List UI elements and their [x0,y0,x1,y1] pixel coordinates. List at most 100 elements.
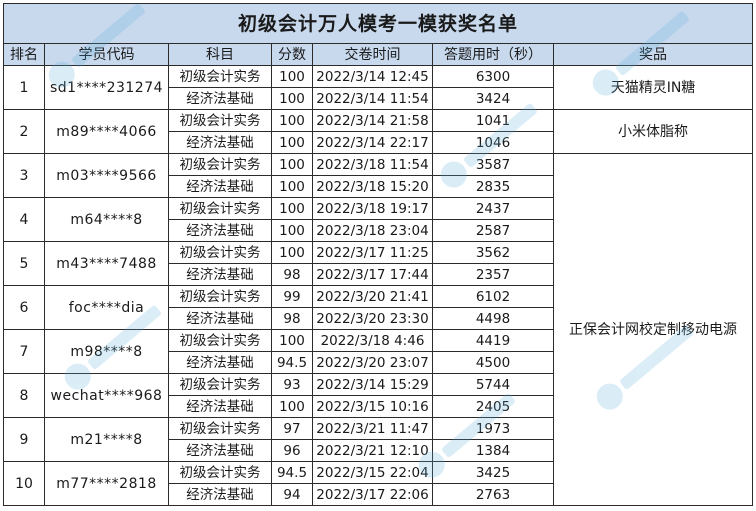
submit-time-cell: 2022/3/21 12:10 [312,439,433,462]
duration-cell: 2835 [432,175,554,198]
duration-cell: 6300 [432,65,554,88]
score-cell: 93 [271,373,313,396]
student-code-cell: m43****7488 [44,241,169,286]
score-cell: 94.5 [271,351,313,374]
score-cell: 100 [271,87,313,110]
score-cell: 100 [271,395,313,418]
duration-cell: 6102 [432,285,554,308]
score-cell: 96 [271,439,313,462]
subject-cell: 经济法基础 [168,483,272,506]
subject-cell: 经济法基础 [168,87,272,110]
duration-cell: 3562 [432,241,554,264]
submit-time-cell: 2022/3/14 21:58 [312,109,433,132]
subject-cell: 初级会计实务 [168,373,272,396]
header-rank: 排名 [3,43,45,66]
score-cell: 100 [271,109,313,132]
subject-cell: 初级会计实务 [168,109,272,132]
header-code: 学员代码 [44,43,169,66]
rank-cell: 6 [3,285,45,330]
subject-cell: 初级会计实务 [168,241,272,264]
rank-cell: 2 [3,109,45,154]
prize-cell: 小米体脂称 [552,109,754,154]
duration-cell: 4498 [432,307,554,330]
rank-cell: 7 [3,329,45,374]
student-code-cell: m21****8 [44,417,169,462]
subject-cell: 初级会计实务 [168,461,272,484]
header-score: 分数 [271,43,313,66]
table-row: 1 sd1****231274 初级会计实务 100 2022/3/14 12:45 63… [3,65,754,110]
duration-cell: 1384 [432,439,554,462]
subject-cell: 初级会计实务 [168,153,272,176]
score-cell: 100 [271,175,313,198]
submit-time-cell: 2022/3/18 4:46 [312,329,433,352]
header-row: 排名 学员代码 科目 分数 交卷时间 答题用时（秒） 奖品 [3,43,754,66]
subject-cell: 经济法基础 [168,307,272,330]
subject-cell: 经济法基础 [168,219,272,242]
rank-cell: 8 [3,373,45,418]
score-cell: 98 [271,263,313,286]
header-prize: 奖品 [552,43,754,66]
student-code-cell: m89****4066 [44,109,169,154]
rank-cell: 5 [3,241,45,286]
rank-cell: 1 [3,65,45,110]
submit-time-cell: 2022/3/18 15:20 [312,175,433,198]
submit-time-cell: 2022/3/20 23:30 [312,307,433,330]
subject-cell: 初级会计实务 [168,65,272,88]
submit-time-cell: 2022/3/20 21:41 [312,285,433,308]
subject-cell: 经济法基础 [168,395,272,418]
submit-time-cell: 2022/3/18 19:17 [312,197,433,220]
submit-time-cell: 2022/3/21 11:47 [312,417,433,440]
header-subject: 科目 [168,43,272,66]
submit-time-cell: 2022/3/17 17:44 [312,263,433,286]
score-cell: 100 [271,197,313,220]
subject-cell: 经济法基础 [168,351,272,374]
subject-cell: 经济法基础 [168,439,272,462]
rank-cell: 9 [3,417,45,462]
submit-time-cell: 2022/3/17 22:06 [312,483,433,506]
score-cell: 100 [271,219,313,242]
subject-cell: 经济法基础 [168,131,272,154]
award-list-sheet: 初级会计万人模考一模获奖名单 排名 学员代码 科目 分数 交卷时间 答题用时（秒… [0,0,756,511]
subject-cell: 初级会计实务 [168,197,272,220]
duration-cell: 2763 [432,483,554,506]
rank-cell: 10 [3,461,45,506]
student-code-cell: m64****8 [44,197,169,242]
student-code-cell: m77****2818 [44,461,169,506]
score-cell: 97 [271,417,313,440]
score-cell: 98 [271,307,313,330]
score-cell: 100 [271,65,313,88]
score-cell: 99 [271,285,313,308]
duration-cell: 3425 [432,461,554,484]
prize-cell: 正保会计网校定制移动电源 [552,153,754,506]
duration-cell: 5744 [432,373,554,396]
subject-cell: 经济法基础 [168,175,272,198]
duration-cell: 2437 [432,197,554,220]
student-code-cell: wechat****968 [44,373,169,418]
submit-time-cell: 2022/3/18 11:54 [312,153,433,176]
award-table: 初级会计万人模考一模获奖名单 排名 学员代码 科目 分数 交卷时间 答题用时（秒… [2,3,754,506]
score-cell: 100 [271,153,313,176]
duration-cell: 2587 [432,219,554,242]
submit-time-cell: 2022/3/15 22:04 [312,461,433,484]
duration-cell: 3424 [432,87,554,110]
student-code-cell: m03****9566 [44,153,169,198]
score-cell: 100 [271,241,313,264]
submit-time-cell: 2022/3/17 11:25 [312,241,433,264]
table-title: 初级会计万人模考一模获奖名单 [2,3,754,44]
subject-cell: 初级会计实务 [168,329,272,352]
score-cell: 100 [271,131,313,154]
submit-time-cell: 2022/3/15 10:16 [312,395,433,418]
subject-cell: 初级会计实务 [168,285,272,308]
student-code-cell: m98****8 [44,329,169,374]
submit-time-cell: 2022/3/18 23:04 [312,219,433,242]
submit-time-cell: 2022/3/14 15:29 [312,373,433,396]
header-duration: 答题用时（秒） [432,43,554,66]
submit-time-cell: 2022/3/14 12:45 [312,65,433,88]
submit-time-cell: 2022/3/14 11:54 [312,87,433,110]
prize-cell: 天猫精灵IN糖 [552,65,754,110]
table-row: 3 m03****9566 初级会计实务 100 2022/3/18 11:54 3587… [3,153,754,506]
duration-cell: 1973 [432,417,554,440]
duration-cell: 4419 [432,329,554,352]
score-cell: 94 [271,483,313,506]
rank-cell: 3 [3,153,45,198]
